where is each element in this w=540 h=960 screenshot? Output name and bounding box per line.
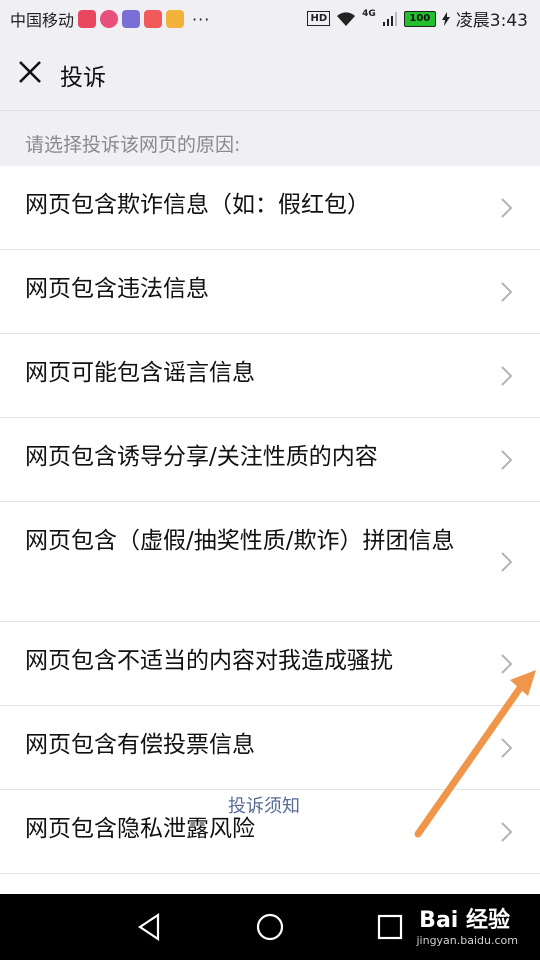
list-item-label: 网页包含不适当的内容对我造成骚扰 bbox=[25, 648, 393, 674]
charging-icon bbox=[441, 11, 450, 26]
recents-nav-icon[interactable] bbox=[376, 912, 404, 942]
chevron-right-icon bbox=[501, 198, 513, 218]
chevron-right-icon bbox=[501, 552, 513, 572]
home-nav-icon[interactable] bbox=[255, 912, 285, 942]
chevron-right-icon bbox=[501, 366, 513, 386]
carrier-label: 中国移动 bbox=[10, 11, 75, 30]
clock: 凌晨3:43 bbox=[455, 11, 528, 31]
baidu-jingyan-watermark: Bai 经验 bbox=[419, 908, 510, 933]
chevron-right-icon bbox=[501, 822, 513, 842]
chevron-right-icon bbox=[501, 654, 513, 674]
watermark-url: jingyan.baidu.com bbox=[416, 934, 518, 947]
hd-badge: HD bbox=[307, 11, 331, 26]
list-item-label: 网页包含违法信息 bbox=[25, 276, 209, 302]
list-item[interactable]: 网页包含（虚假/抽奖性质/欺诈）拼团信息 bbox=[0, 502, 540, 622]
list-item-label: 网页可能包含谣言信息 bbox=[25, 360, 255, 386]
chevron-right-icon bbox=[501, 738, 513, 758]
page-title: 投诉 bbox=[60, 65, 106, 91]
chevron-right-icon bbox=[501, 282, 513, 302]
status-bar: 中国移动 ··· HD 4G 100 凌晨3:43 bbox=[0, 0, 540, 36]
list-item-label: 网页包含欺诈信息（如：假红包） bbox=[25, 192, 370, 218]
close-icon[interactable] bbox=[14, 56, 46, 88]
list-item-label: 网页包含诱导分享/关注性质的内容 bbox=[25, 444, 378, 470]
back-nav-icon[interactable] bbox=[136, 912, 164, 942]
complaint-notice-link[interactable]: 投诉须知 bbox=[228, 792, 300, 818]
list-item[interactable]: 网页包含不适当的内容对我造成骚扰 bbox=[0, 622, 540, 706]
chevron-right-icon bbox=[501, 450, 513, 470]
network-type-label: 4G bbox=[362, 8, 376, 19]
reason-list: 网页包含欺诈信息（如：假红包） 网页包含违法信息 网页可能包含谣言信息 网页包含… bbox=[0, 166, 540, 894]
list-item[interactable]: 网页包含诱导分享/关注性质的内容 bbox=[0, 418, 540, 502]
notification-app-icon bbox=[166, 10, 185, 28]
title-bar: 投诉 bbox=[0, 36, 540, 111]
wifi-icon bbox=[337, 11, 356, 26]
list-item[interactable]: 网页包含有偿投票信息 bbox=[0, 706, 540, 790]
reason-prompt: 请选择投诉该网页的原因: bbox=[25, 134, 241, 156]
list-item[interactable]: 网页包含违法信息 bbox=[0, 250, 540, 334]
more-notifications-icon: ··· bbox=[192, 9, 211, 29]
battery-icon: 100 bbox=[403, 10, 436, 27]
signal-icon bbox=[382, 11, 397, 26]
notification-app-icon bbox=[78, 10, 97, 28]
list-item-label: 网页包含有偿投票信息 bbox=[25, 732, 255, 758]
notification-app-icon bbox=[144, 10, 163, 28]
notification-app-icon bbox=[100, 10, 119, 28]
list-item[interactable]: 网页可能包含谣言信息 bbox=[0, 334, 540, 418]
list-item[interactable]: 网页包含欺诈信息（如：假红包） bbox=[0, 166, 540, 250]
notification-app-icon bbox=[122, 10, 141, 28]
list-item-label: 网页包含（虚假/抽奖性质/欺诈）拼团信息 bbox=[25, 528, 455, 554]
